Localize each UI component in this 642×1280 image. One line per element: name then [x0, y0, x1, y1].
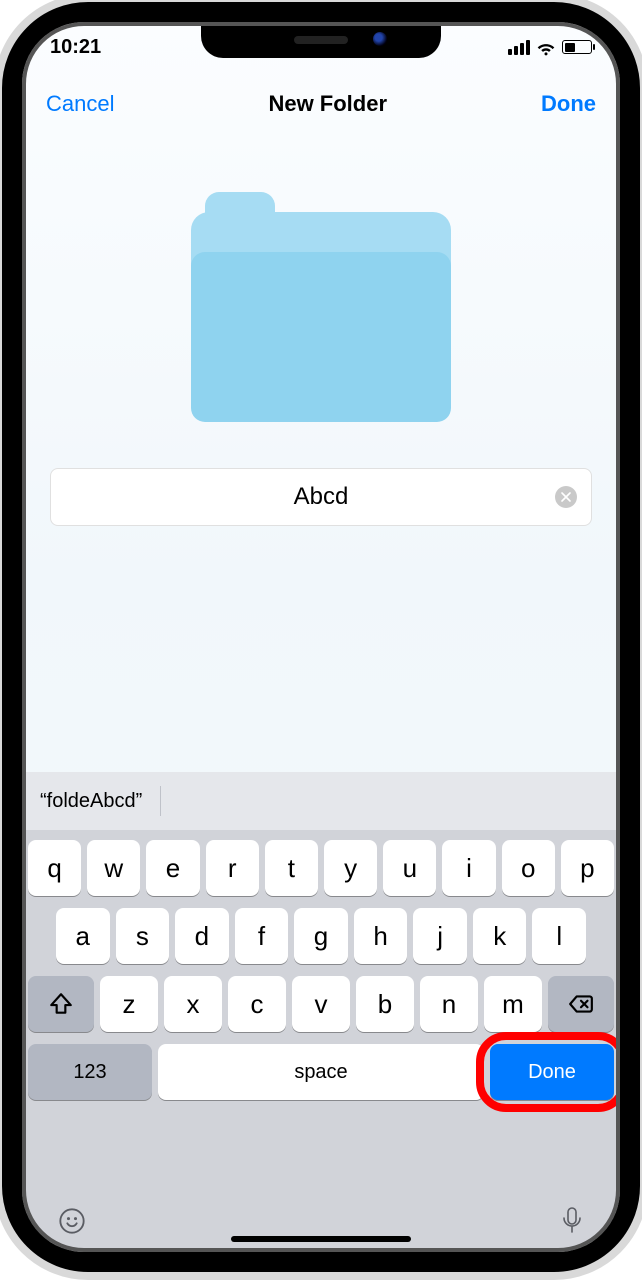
key-b[interactable]: b — [356, 976, 414, 1032]
nav-bar: Cancel New Folder Done — [22, 86, 620, 122]
key-p[interactable]: p — [561, 840, 614, 896]
key-m[interactable]: m — [484, 976, 542, 1032]
battery-icon — [562, 40, 592, 54]
key-a[interactable]: a — [56, 908, 110, 964]
suggestion-text: “foldeAbcd” — [40, 790, 142, 813]
shift-key[interactable] — [28, 976, 94, 1032]
page-title: New Folder — [268, 91, 387, 117]
clear-icon[interactable] — [555, 486, 577, 508]
suggestion-bar[interactable]: “foldeAbcd” — [22, 772, 620, 830]
key-w[interactable]: w — [87, 840, 140, 896]
key-k[interactable]: k — [473, 908, 527, 964]
key-n[interactable]: n — [420, 976, 478, 1032]
home-indicator[interactable] — [231, 1236, 411, 1242]
numeric-key[interactable]: 123 — [28, 1044, 152, 1100]
key-r[interactable]: r — [206, 840, 259, 896]
done-button[interactable]: Done — [541, 91, 596, 117]
key-o[interactable]: o — [502, 840, 555, 896]
key-g[interactable]: g — [294, 908, 348, 964]
emoji-icon[interactable] — [58, 1207, 86, 1240]
dictation-icon[interactable] — [560, 1206, 584, 1241]
key-y[interactable]: y — [324, 840, 377, 896]
cellular-icon — [508, 40, 530, 55]
key-i[interactable]: i — [442, 840, 495, 896]
key-e[interactable]: e — [146, 840, 199, 896]
key-q[interactable]: q — [28, 840, 81, 896]
suggestion-separator — [160, 786, 161, 816]
folder-icon — [191, 212, 451, 422]
keyboard-done-key[interactable]: Done — [490, 1044, 614, 1100]
key-l[interactable]: l — [532, 908, 586, 964]
key-t[interactable]: t — [265, 840, 318, 896]
key-v[interactable]: v — [292, 976, 350, 1032]
wifi-icon — [536, 37, 556, 57]
delete-key[interactable] — [548, 976, 614, 1032]
key-d[interactable]: d — [175, 908, 229, 964]
key-c[interactable]: c — [228, 976, 286, 1032]
folder-name-value: Abcd — [294, 483, 349, 511]
key-j[interactable]: j — [413, 908, 467, 964]
key-s[interactable]: s — [116, 908, 170, 964]
key-h[interactable]: h — [354, 908, 408, 964]
key-z[interactable]: z — [100, 976, 158, 1032]
key-f[interactable]: f — [235, 908, 289, 964]
status-clock: 10:21 — [50, 36, 101, 59]
space-key[interactable]: space — [158, 1044, 484, 1100]
key-u[interactable]: u — [383, 840, 436, 896]
keyboard: “foldeAbcd” qwertyuiop asdfghjkl zxcvbnm… — [22, 772, 620, 1252]
key-x[interactable]: x — [164, 976, 222, 1032]
cancel-button[interactable]: Cancel — [46, 91, 114, 117]
folder-name-input[interactable]: Abcd — [50, 468, 592, 526]
